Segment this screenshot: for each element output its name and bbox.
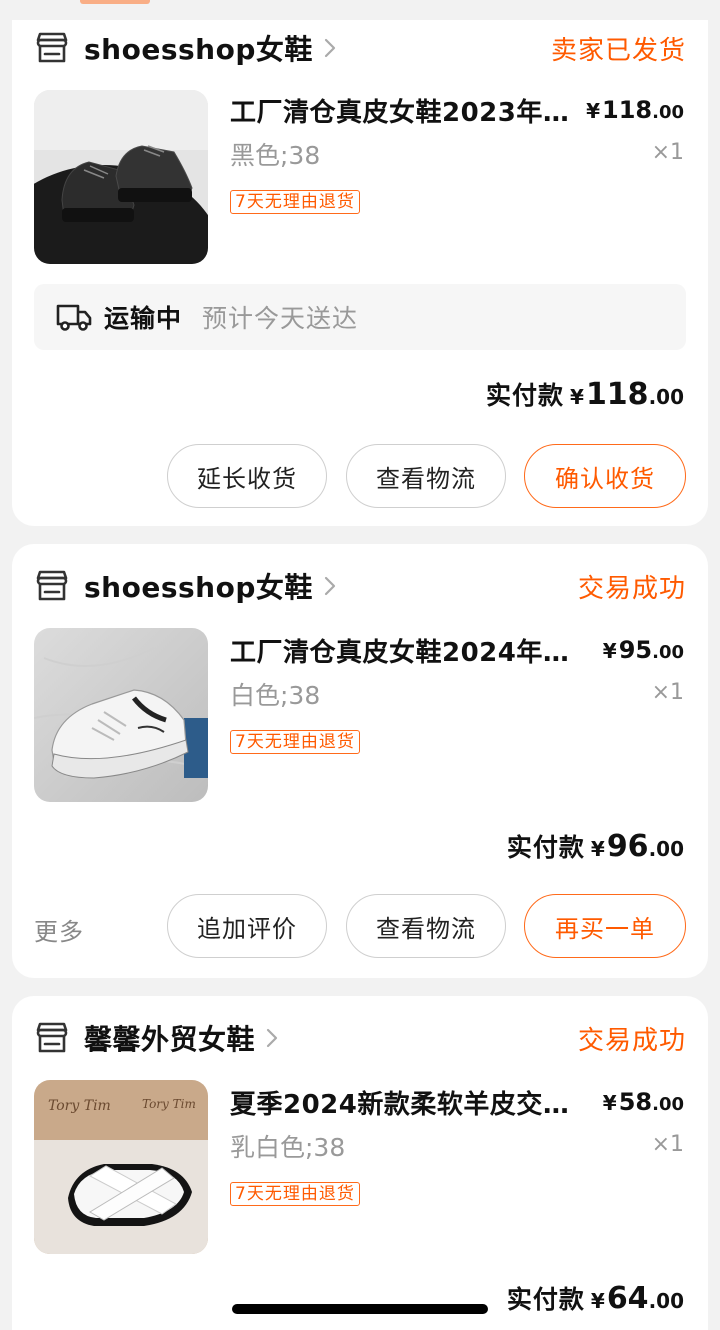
currency-symbol: ¥ [602,1091,617,1115]
watermark-text: Tory Tim [142,1097,196,1111]
store-icon [36,32,68,63]
store-icon [36,570,68,601]
shipping-status: 运输中 [104,304,183,333]
product-title[interactable]: 夏季2024新款柔软羊皮交叉拖鞋 [230,1084,580,1121]
order-card: 馨馨外贸女鞋 交易成功 Tory Tim Tory Tim 夏季2024新款柔软… [12,996,708,1330]
order-status: 卖家已发货 [550,35,686,66]
chevron-right-icon [324,38,335,58]
paid-decimal: .00 [648,1289,684,1313]
paid-integer: 64 [606,1281,649,1316]
product-title[interactable]: 工厂清仓真皮女鞋2024年新款 [230,632,580,669]
paid-integer: 118 [585,377,649,412]
product-image[interactable] [34,628,208,802]
shop-header[interactable]: shoesshop女鞋 交易成功 [34,562,686,610]
currency-symbol: ¥ [590,837,605,861]
product-quantity: ×1 [651,140,684,165]
return-policy-badge: 7天无理由退货 [230,730,360,754]
paid-decimal: .00 [648,837,684,861]
chevron-right-icon [324,576,335,596]
view-logistics-button[interactable]: 查看物流 [346,444,506,508]
return-policy-badge: 7天无理由退货 [230,190,360,214]
order-card: shoesshop女鞋 卖家已发货 工厂清仓真皮女鞋2023年新款 ¥118.0… [12,20,708,526]
product-title[interactable]: 工厂清仓真皮女鞋2023年新款 [230,92,580,129]
chevron-right-icon [266,1028,278,1048]
product-quantity: ×1 [651,680,684,705]
product-image[interactable] [34,90,208,264]
watermark-text: Tory Tim [48,1098,111,1114]
home-indicator[interactable] [232,1304,488,1314]
product-image[interactable]: Tory Tim Tory Tim [34,1080,208,1254]
order-card: shoesshop女鞋 交易成功 工厂清仓真皮女鞋2024年新款 ¥95.00 [12,544,708,978]
shop-name[interactable]: shoesshop女鞋 [84,566,313,606]
shipping-eta: 预计今天送达 [202,304,359,333]
order-status: 交易成功 [577,573,686,604]
product-variant: 白色;38 [230,681,321,710]
buy-again-button[interactable]: 再买一单 [524,894,686,958]
amount-paid-label: 实付款 [506,1285,585,1314]
store-icon [36,1022,68,1053]
currency-symbol: ¥ [586,99,600,123]
shop-header[interactable]: shoesshop女鞋 卖家已发货 [34,24,686,72]
currency-symbol: ¥ [590,1289,605,1313]
product-variant: 黑色;38 [230,141,321,170]
view-logistics-button[interactable]: 查看物流 [346,894,506,958]
price-decimal: .00 [652,642,684,663]
shipping-status-bar[interactable]: 运输中 预计今天送达 [34,284,686,350]
product-price: ¥118.00 [586,96,684,124]
top-tab-indicator [80,0,150,4]
product-price: ¥58.00 [603,1088,684,1116]
amount-paid: 实付款 ¥64.00 [507,1280,684,1316]
price-decimal: .00 [652,102,684,123]
currency-symbol: ¥ [570,385,584,409]
add-review-button[interactable]: 追加评价 [167,894,327,958]
truck-icon [56,304,92,331]
shop-name[interactable]: shoesshop女鞋 [84,28,313,68]
paid-integer: 96 [606,829,649,864]
currency-symbol: ¥ [602,639,617,663]
shop-name[interactable]: 馨馨外贸女鞋 [84,1018,255,1058]
price-integer: 58 [618,1088,653,1116]
shop-header[interactable]: 馨馨外贸女鞋 交易成功 [34,1014,686,1062]
amount-paid-label: 实付款 [506,833,585,862]
return-policy-badge: 7天无理由退货 [230,1182,360,1206]
amount-paid: 实付款 ¥118.00 [486,376,684,412]
product-quantity: ×1 [651,1132,684,1157]
price-integer: 95 [618,636,653,664]
confirm-receipt-button[interactable]: 确认收货 [524,444,686,508]
amount-paid: 实付款 ¥96.00 [507,828,684,864]
amount-paid-label: 实付款 [486,381,565,410]
order-status: 交易成功 [577,1025,686,1056]
price-decimal: .00 [652,1094,684,1115]
extend-receipt-button[interactable]: 延长收货 [167,444,327,508]
product-price: ¥95.00 [603,636,684,664]
paid-decimal: .00 [648,385,684,409]
product-variant: 乳白色;38 [230,1133,346,1162]
price-integer: 118 [602,96,653,124]
more-actions-link[interactable]: 更多 [34,912,84,947]
